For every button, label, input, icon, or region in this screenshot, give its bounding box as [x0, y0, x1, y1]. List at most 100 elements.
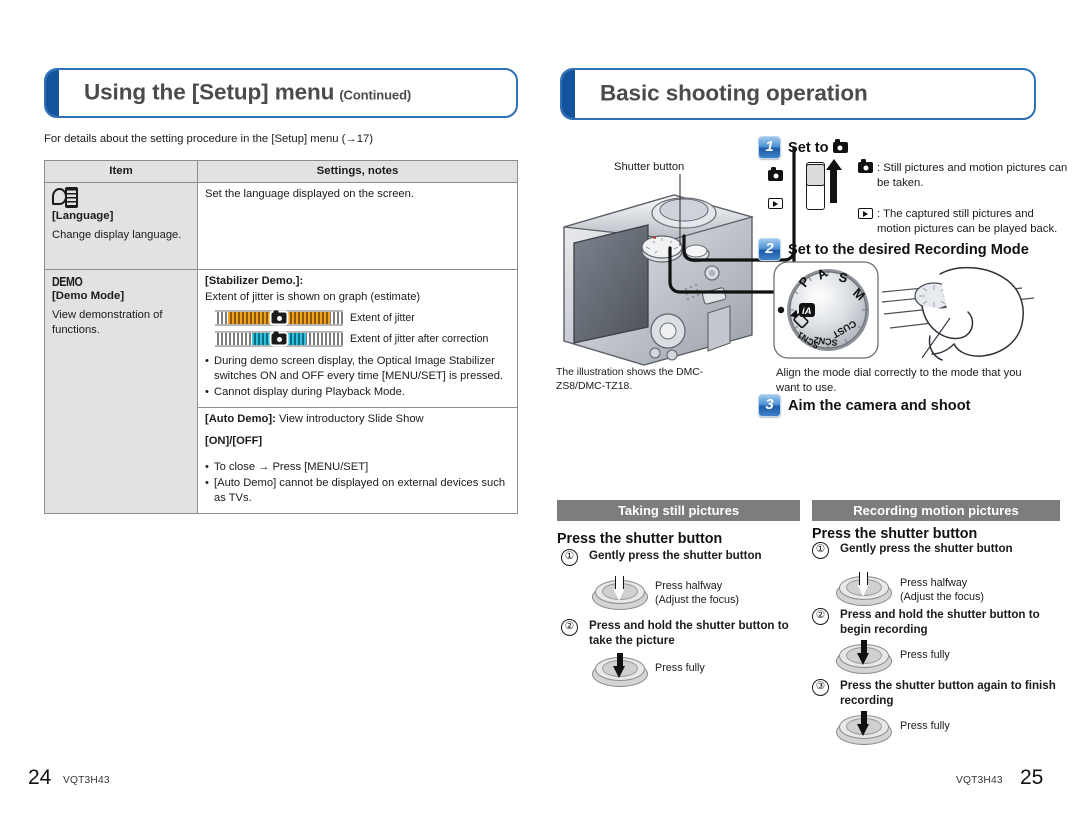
- arrow-down-solid-icon: [613, 653, 626, 679]
- table-header-item: Item: [44, 160, 198, 183]
- arrow-down-solid-icon: [857, 640, 870, 666]
- item-name-language: [Language]: [52, 210, 114, 222]
- arrow-down-hollow-icon: [612, 576, 627, 602]
- still-step-1-number: ①: [561, 549, 578, 566]
- table-header-row: Item Settings, notes: [44, 160, 518, 183]
- arrow-down-hollow-icon: [856, 572, 871, 598]
- section-bar-motion-pictures: Recording motion pictures: [812, 500, 1060, 521]
- left-page: Using the [Setup] menu (Continued) For de…: [0, 0, 540, 834]
- legend-playback-text: : The captured still pictures and motion…: [877, 208, 1058, 236]
- still-step-1: ① Gently press the shutter button: [561, 549, 791, 566]
- camera-icon: [768, 167, 783, 181]
- page-title-subtitle: (Continued): [339, 87, 412, 103]
- step-1-badge: 1: [758, 136, 781, 159]
- item-cell-demo-mode: DEMO [Demo Mode] View demonstration of f…: [44, 268, 198, 515]
- motion-step-1-number: ①: [812, 542, 829, 559]
- auto-demo-options: [ON]/[OFF]: [205, 435, 263, 448]
- page-number-left: 24: [28, 766, 52, 789]
- section-title: Basic shooting operation: [600, 80, 868, 106]
- language-icon-bars: [65, 187, 78, 208]
- motion-step-1: ① Gently press the shutter button: [812, 542, 1052, 559]
- step-3-title: Aim the camera and shoot: [788, 397, 971, 414]
- arrow-down-solid-icon: [857, 711, 870, 737]
- step-3-header: 3 Aim the camera and shoot: [758, 394, 970, 417]
- jitter-graph-row-2: Extent of jitter after correction: [215, 331, 510, 348]
- demo-bullet-list: During demo screen display, the Optical …: [205, 354, 510, 400]
- still-step-1-note-line1: Press halfway: [655, 580, 723, 592]
- camera-icon: [271, 331, 287, 345]
- auto-demo-heading: [Auto Demo]:: [205, 413, 276, 426]
- notes-cell-language: Set the language displayed on the screen…: [197, 182, 518, 270]
- language-icon: [52, 187, 78, 208]
- camera-icon: [858, 159, 873, 191]
- motion-step-1-note: Press halfway (Adjust the focus): [900, 576, 984, 604]
- notes-auto-demo-line: [Auto Demo]: View introductory Slide Sho…: [205, 412, 510, 427]
- motion-step-2: ② Press and hold the shutter button to b…: [812, 608, 1056, 637]
- table-row-language: [Language] Change display language. Set …: [44, 182, 518, 270]
- play-icon: [858, 207, 873, 237]
- document-code-right: VQT3H43: [956, 775, 1003, 786]
- step-1-header: 1 Set to: [758, 136, 848, 159]
- item-desc-language: Change display language.: [52, 229, 182, 241]
- banner-accent-bar: [562, 70, 575, 118]
- shutter-button-fullpress-illustration: [836, 711, 892, 745]
- demo-badge: DEMO: [52, 274, 83, 289]
- item-name-demo-mode: [Demo Mode]: [52, 290, 125, 302]
- shutter-button-halfpress-illustration: [836, 572, 892, 606]
- notes-cell-stabilizer-demo: [Stabilizer Demo.]: Extent of jitter is …: [197, 268, 518, 409]
- camera-icon: [832, 138, 848, 153]
- step-3-badge: 3: [758, 394, 781, 417]
- still-step-1-text: Gently press the shutter button: [589, 549, 762, 562]
- motion-step-3-number: ③: [812, 679, 829, 696]
- motion-step-2-number: ②: [812, 608, 829, 625]
- step-1-title: Set to: [788, 138, 848, 156]
- right-page-banner: Basic shooting operation: [560, 68, 1036, 120]
- svg-text:iA: iA: [802, 306, 812, 317]
- jitter-label-1: Extent of jitter: [350, 312, 415, 325]
- jitter-graph-row-1: Extent of jitter: [215, 310, 510, 327]
- shutter-button-fullpress-illustration: [592, 653, 648, 687]
- right-page: Basic shooting operation Shutter button …: [540, 0, 1080, 834]
- step-2-title: Set to the desired Recording Mode: [788, 241, 1029, 258]
- mode-dial-note: Align the mode dial correctly to the mod…: [776, 367, 1022, 394]
- table-header-settings: Settings, notes: [197, 160, 518, 183]
- jitter-graph-corrected-icon: [215, 331, 343, 348]
- motion-step-2-note: Press fully: [900, 648, 950, 662]
- mode-dial-illustration: P A S M CUST SCN2 SCN1 iA: [773, 261, 1035, 361]
- legend-row-playback: : The captured still pictures and motion…: [858, 207, 1068, 237]
- jitter-graph-icon: [215, 310, 343, 327]
- still-step-1-note-line2: (Adjust the focus): [655, 594, 740, 607]
- still-press-title: Press the shutter button: [557, 531, 723, 547]
- notes-language-text: Set the language displayed on the screen…: [205, 188, 414, 200]
- camera-icon: [271, 310, 287, 324]
- motion-step-1-text: Gently press the shutter button: [840, 542, 1013, 555]
- step-1-title-text: Set to: [788, 139, 829, 156]
- still-step-1-note: Press halfway (Adjust the focus): [655, 579, 739, 607]
- motion-step-3: ③ Press the shutter button again to fini…: [812, 679, 1056, 708]
- page-number-right: 25: [1020, 766, 1044, 789]
- motion-step-3-note: Press fully: [900, 719, 950, 733]
- notes-stabilizer-sub: Extent of jitter is shown on graph (esti…: [205, 291, 421, 304]
- list-item: During demo screen display, the Optical …: [205, 354, 510, 384]
- notes-stabilizer-heading: [Stabilizer Demo.]:: [205, 275, 304, 287]
- jitter-label-2: Extent of jitter after correction: [350, 333, 489, 346]
- shutter-button-halfpress-illustration: [592, 576, 648, 610]
- still-step-2-number: ②: [561, 619, 578, 636]
- motion-step-3-note-line1: Press fully: [900, 720, 950, 732]
- motion-step-1-note-line2: (Adjust the focus): [900, 591, 985, 604]
- legend-row-record: : Still pictures and motion pictures can…: [858, 159, 1068, 191]
- document-code-left: VQT3H43: [63, 775, 110, 786]
- section-bar-still-pictures: Taking still pictures: [557, 500, 800, 521]
- switch-knob: [806, 164, 825, 186]
- item-cell-language: [Language] Change display language.: [44, 182, 198, 270]
- item-desc-demo-mode: View demonstration of functions.: [52, 309, 163, 337]
- play-icon: [768, 198, 783, 209]
- left-page-banner: Using the [Setup] menu (Continued): [44, 68, 518, 118]
- still-step-2-note: Press fully: [655, 661, 705, 675]
- page-title-text: Using the [Setup] menu: [84, 79, 335, 105]
- setup-menu-table: Item Settings, notes [Language] Change d…: [44, 160, 518, 515]
- page-title: Using the [Setup] menu (Continued): [84, 79, 411, 105]
- still-step-2: ② Press and hold the shutter button to t…: [561, 619, 793, 648]
- list-item: To close → Press [MENU/SET]: [205, 460, 510, 475]
- list-item: [Auto Demo] cannot be displayed on exter…: [205, 476, 510, 506]
